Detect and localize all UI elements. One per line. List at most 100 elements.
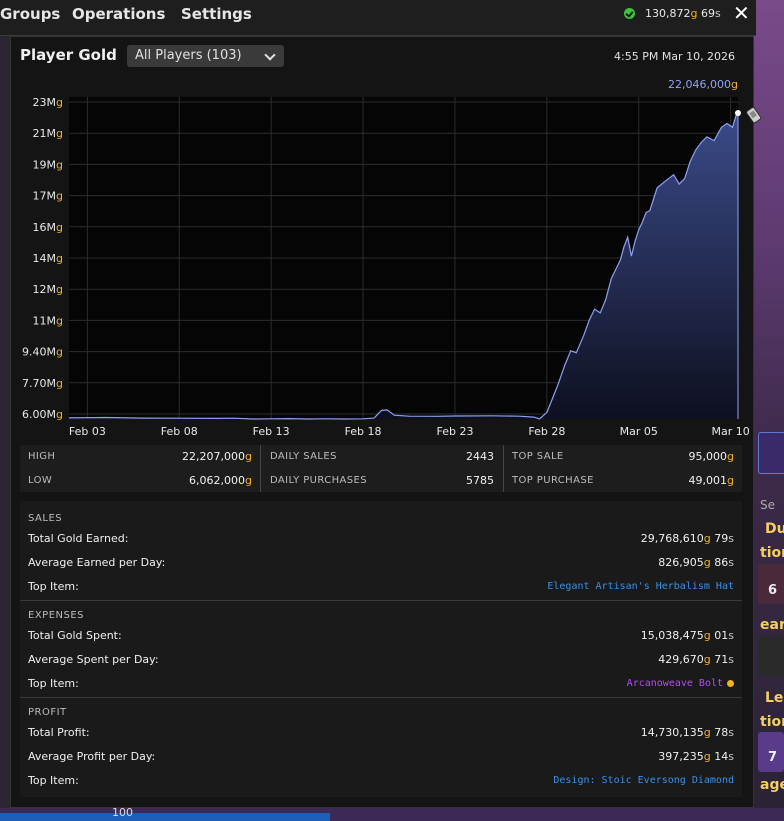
background-text: Se xyxy=(760,498,775,512)
x-tick-label: Feb 13 xyxy=(253,425,290,438)
silver-unit: s xyxy=(728,556,734,569)
divider xyxy=(20,600,742,601)
sales-total-value: 29,768,610g 79s xyxy=(641,532,734,545)
profit-total-label: Total Profit: xyxy=(28,726,90,739)
profit-heading: PROFIT xyxy=(28,707,67,718)
expenses-total-gold: 15,038,475 xyxy=(640,629,704,642)
sales-top-label: Top Item: xyxy=(28,580,79,593)
background-text: tion xyxy=(760,545,784,561)
sales-avg-value: 826,905g 86s xyxy=(658,556,734,569)
gold-unit: g xyxy=(703,532,711,545)
y-tick-label: 9.40Mg xyxy=(22,346,63,359)
sales-heading: SALES xyxy=(28,513,63,524)
profit-total-silver: 78 xyxy=(714,726,729,739)
top-purchase-unit: g xyxy=(727,474,734,487)
expenses-total-label: Total Gold Spent: xyxy=(28,629,122,642)
top-sale-amount: 95,000 xyxy=(688,450,728,463)
x-tick-label: Mar 05 xyxy=(620,425,658,438)
expenses-avg-label: Average Spent per Day: xyxy=(28,653,159,666)
expenses-avg-silver: 71 xyxy=(714,653,729,666)
sales-total-label: Total Gold Earned: xyxy=(28,532,129,545)
x-tick-label: Feb 03 xyxy=(69,425,106,438)
y-tick-label: 14Mg xyxy=(33,252,63,265)
sales-avg-gold: 826,905 xyxy=(658,556,704,569)
divider xyxy=(503,445,504,492)
high-value: 22,207,000g xyxy=(182,450,252,463)
y-tick-label: 7.70Mg xyxy=(22,377,63,390)
profit-avg-silver: 14 xyxy=(714,750,729,763)
expenses-total-value: 15,038,475g 01s xyxy=(641,629,734,642)
divider xyxy=(20,697,742,698)
sales-top-item-link[interactable]: Elegant Artisan's Herbalism Hat xyxy=(547,581,734,592)
y-tick-label: 21Mg xyxy=(33,127,63,140)
background-text: Du xyxy=(765,521,784,537)
chart-cursor-point xyxy=(735,110,741,116)
top-sale-label: TOP SALE xyxy=(512,451,564,462)
x-tick-label: Feb 23 xyxy=(436,425,473,438)
y-tick-label: 6.00Mg xyxy=(22,408,63,421)
expenses-avg-gold: 429,670 xyxy=(658,653,704,666)
expenses-heading: EXPENSES xyxy=(28,610,85,621)
gold-unit: g xyxy=(703,750,711,763)
profit-avg-value: 397,235g 14s xyxy=(658,750,734,763)
gold-unit: g xyxy=(703,653,711,666)
x-tick-label: Feb 28 xyxy=(528,425,565,438)
silver-unit: s xyxy=(728,532,734,545)
x-tick-label: Feb 18 xyxy=(345,425,382,438)
y-tick-label: 11Mg xyxy=(33,314,63,327)
profit-top-item-link[interactable]: Design: Stoic Eversong Diamond xyxy=(553,775,734,786)
sales-total-silver: 79 xyxy=(714,532,729,545)
low-value: 6,062,000g xyxy=(189,474,252,487)
background-text: 7 xyxy=(768,750,778,765)
background-text: 6 xyxy=(768,583,778,598)
top-sale-unit: g xyxy=(727,450,734,463)
top-sale-value: 95,000g xyxy=(689,450,734,463)
background-text: eart xyxy=(760,617,784,633)
expenses-total-silver: 01 xyxy=(714,629,729,642)
profit-top-label: Top Item: xyxy=(28,774,79,787)
gold-unit: g xyxy=(703,629,711,642)
low-unit: g xyxy=(245,474,252,487)
profit-total-gold: 14,730,135 xyxy=(640,726,704,739)
background-text: Le xyxy=(765,690,784,706)
expenses-top-label: Top Item: xyxy=(28,677,79,690)
sales-avg-silver: 86 xyxy=(714,556,729,569)
y-tick-label: 23Mg xyxy=(33,96,63,109)
expenses-top-item-name: Arcanoweave Bolt xyxy=(626,678,723,689)
low-label: LOW xyxy=(28,475,53,486)
profit-avg-label: Average Profit per Day: xyxy=(28,750,156,763)
silver-unit: s xyxy=(728,750,734,763)
sales-avg-label: Average Earned per Day: xyxy=(28,556,166,569)
current-value-label: 22,046,000g xyxy=(668,78,738,91)
silver-unit: s xyxy=(728,653,734,666)
daily-sales-value: 2443 xyxy=(466,450,494,463)
daily-purchases-value: 5785 xyxy=(466,474,494,487)
background-text: age xyxy=(760,777,784,793)
top-purchase-label: TOP PURCHASE xyxy=(512,475,594,486)
top-purchase-value: 49,001g xyxy=(689,474,734,487)
profit-total-value: 14,730,135g 78s xyxy=(641,726,734,739)
gold-chart[interactable]: 23Mg 21Mg 19Mg 17Mg 16Mg 14Mg 12Mg 11Mg 9.40Mg 7.… xyxy=(0,0,784,445)
silver-unit: s xyxy=(728,629,734,642)
silver-unit: s xyxy=(728,726,734,739)
background-text: tion xyxy=(760,714,784,730)
game-progress-bar xyxy=(0,813,330,821)
gold-unit: g xyxy=(703,556,711,569)
mouse-cursor-icon xyxy=(746,107,762,124)
low-amount: 6,062,000 xyxy=(189,474,246,487)
sales-total-gold: 29,768,610 xyxy=(640,532,704,545)
top-purchase-amount: 49,001 xyxy=(688,474,728,487)
high-label: HIGH xyxy=(28,451,56,462)
y-tick-label: 16Mg xyxy=(33,221,63,234)
high-unit: g xyxy=(245,450,252,463)
current-value: 22,046,000 xyxy=(668,78,731,91)
profit-avg-gold: 397,235 xyxy=(658,750,704,763)
y-tick-label: 17Mg xyxy=(33,190,63,203)
gold-unit: g xyxy=(703,726,711,739)
stats-summary xyxy=(20,445,742,492)
expenses-top-item-link[interactable]: Arcanoweave Bolt xyxy=(627,678,734,689)
y-tick-label: 12Mg xyxy=(33,283,63,296)
divider xyxy=(260,445,261,492)
daily-purchases-label: DAILY PURCHASES xyxy=(270,475,368,486)
current-value-unit: g xyxy=(731,78,738,91)
